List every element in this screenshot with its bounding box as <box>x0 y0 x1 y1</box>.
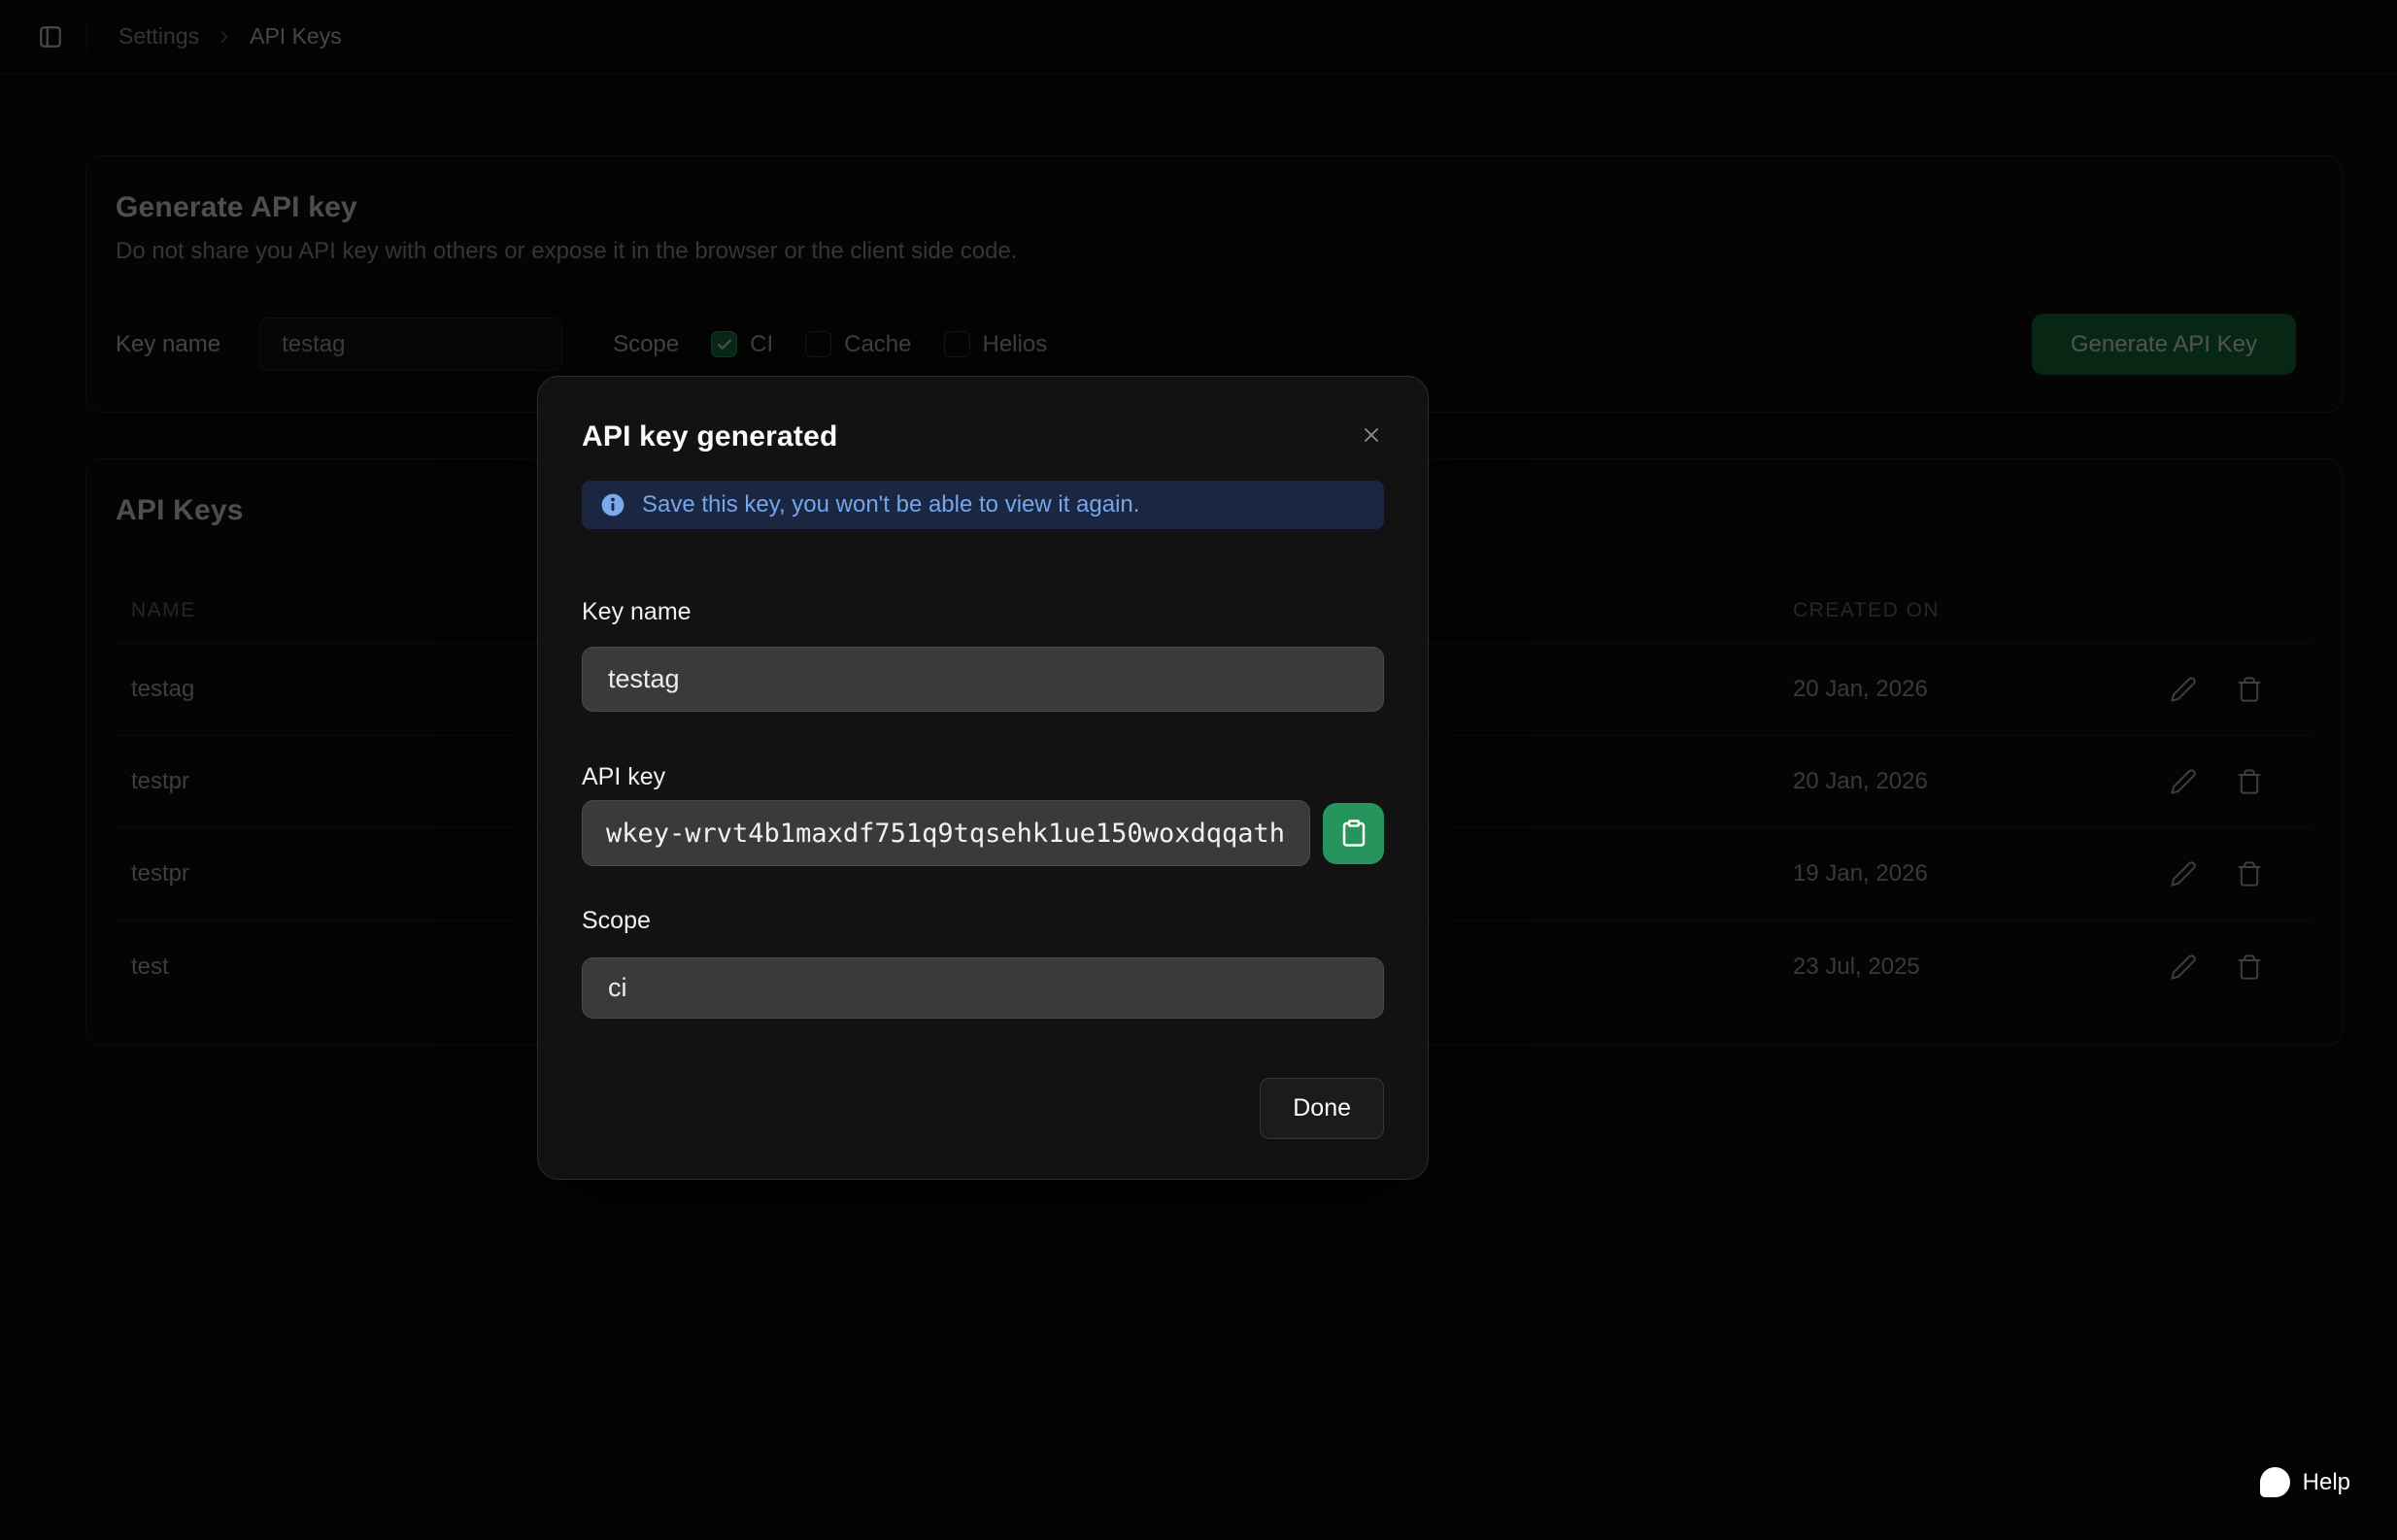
modal-scope-label: Scope <box>582 908 1384 933</box>
copy-api-key-button[interactable] <box>1323 803 1384 864</box>
modal-title: API key generated <box>582 420 838 453</box>
chat-bubble-icon <box>2260 1467 2290 1497</box>
banner-text: Save this key, you won't be able to view… <box>642 491 1139 519</box>
api-key-generated-modal: API key generated Save this key, you won… <box>537 376 1429 1180</box>
clipboard-icon <box>1339 819 1368 848</box>
modal-key-name-label: Key name <box>582 599 1384 624</box>
close-modal-button[interactable] <box>1359 422 1384 448</box>
modal-key-name-input[interactable] <box>582 647 1384 712</box>
done-button[interactable]: Done <box>1260 1078 1384 1139</box>
help-label: Help <box>2303 1469 2350 1496</box>
close-icon <box>1360 423 1383 447</box>
info-icon <box>600 492 625 518</box>
help-widget[interactable]: Help <box>2260 1467 2350 1497</box>
save-key-warning-banner: Save this key, you won't be able to view… <box>582 481 1384 529</box>
modal-scope-input[interactable] <box>582 957 1384 1019</box>
modal-api-key-input[interactable] <box>582 800 1310 866</box>
modal-api-key-label: API key <box>582 764 1384 789</box>
